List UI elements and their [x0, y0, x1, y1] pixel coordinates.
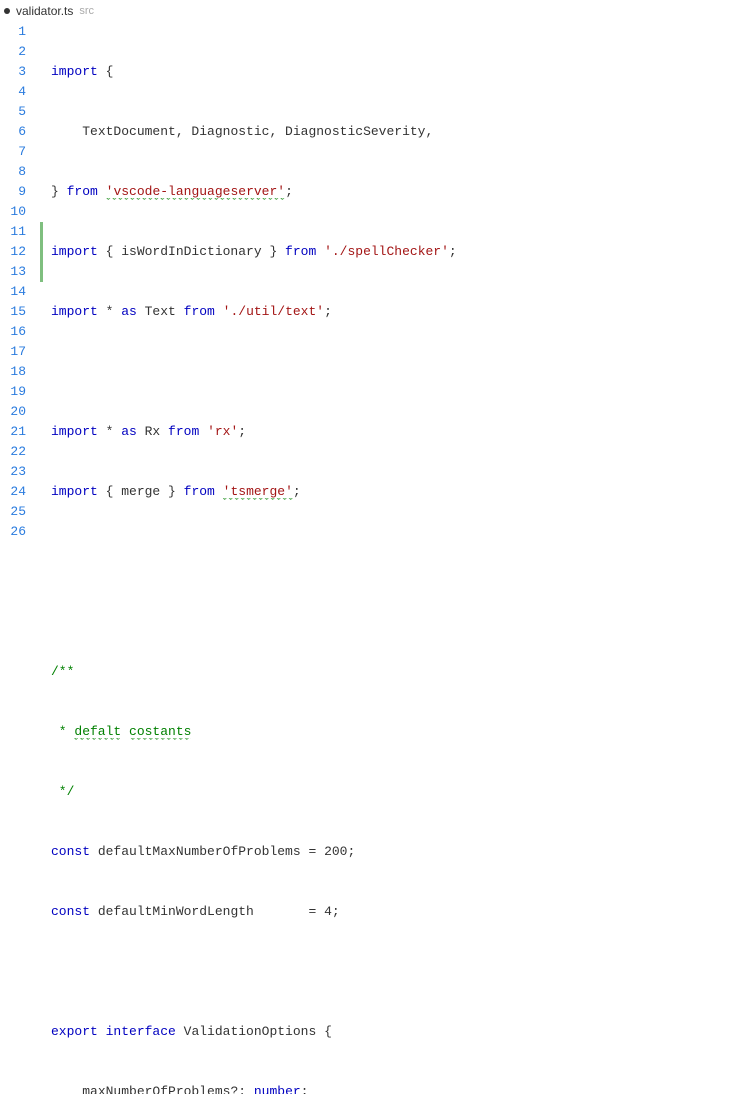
code-area[interactable]: import { TextDocument, Diagnostic, Diagn… [43, 22, 736, 1094]
line-number: 25 [0, 502, 26, 522]
code-line: import { merge } from 'tsmerge'; [51, 482, 736, 502]
code-line: const defaultMinWordLength = 4; [51, 902, 736, 922]
line-number-gutter: 1234567891011121314151617181920212223242… [0, 22, 40, 1094]
code-line: /** [51, 662, 736, 682]
code-line [51, 542, 736, 562]
line-number: 5 [0, 102, 26, 122]
line-number: 7 [0, 142, 26, 162]
tab-filename: validator.ts [16, 4, 73, 18]
code-line [51, 962, 736, 982]
code-line: * defalt costants [51, 722, 736, 742]
code-line: TextDocument, Diagnostic, DiagnosticSeve… [51, 122, 736, 142]
diff-indicator-bar [40, 22, 43, 1094]
line-number: 21 [0, 422, 26, 442]
line-number: 18 [0, 362, 26, 382]
code-line: import { isWordInDictionary } from './sp… [51, 242, 736, 262]
code-line: } from 'vscode-languageserver'; [51, 182, 736, 202]
code-line [51, 602, 736, 622]
line-number: 22 [0, 442, 26, 462]
line-number: 20 [0, 402, 26, 422]
line-number: 19 [0, 382, 26, 402]
line-number: 6 [0, 122, 26, 142]
line-number: 11 [0, 222, 26, 242]
code-line: const defaultMaxNumberOfProblems = 200; [51, 842, 736, 862]
line-number: 13 [0, 262, 26, 282]
line-number: 12 [0, 242, 26, 262]
code-editor[interactable]: 1234567891011121314151617181920212223242… [0, 22, 736, 1094]
line-number: 3 [0, 62, 26, 82]
line-number: 10 [0, 202, 26, 222]
line-number: 14 [0, 282, 26, 302]
line-number: 4 [0, 82, 26, 102]
line-number: 2 [0, 42, 26, 62]
code-line: maxNumberOfProblems?: number; [51, 1082, 736, 1094]
dirty-indicator-icon [4, 8, 10, 14]
line-number: 8 [0, 162, 26, 182]
line-number: 17 [0, 342, 26, 362]
line-number: 16 [0, 322, 26, 342]
code-line: export interface ValidationOptions { [51, 1022, 736, 1042]
code-line: import * as Text from './util/text'; [51, 302, 736, 322]
code-line: */ [51, 782, 736, 802]
code-line: import * as Rx from 'rx'; [51, 422, 736, 442]
line-number: 15 [0, 302, 26, 322]
code-line [51, 362, 736, 382]
diff-added-marker [40, 222, 43, 282]
editor-tab[interactable]: validator.ts src [0, 0, 736, 22]
line-number: 24 [0, 482, 26, 502]
tab-directory: src [79, 5, 94, 17]
line-number: 1 [0, 22, 26, 42]
line-number: 23 [0, 462, 26, 482]
code-line: import { [51, 62, 736, 82]
line-number: 9 [0, 182, 26, 202]
line-number: 26 [0, 522, 26, 542]
